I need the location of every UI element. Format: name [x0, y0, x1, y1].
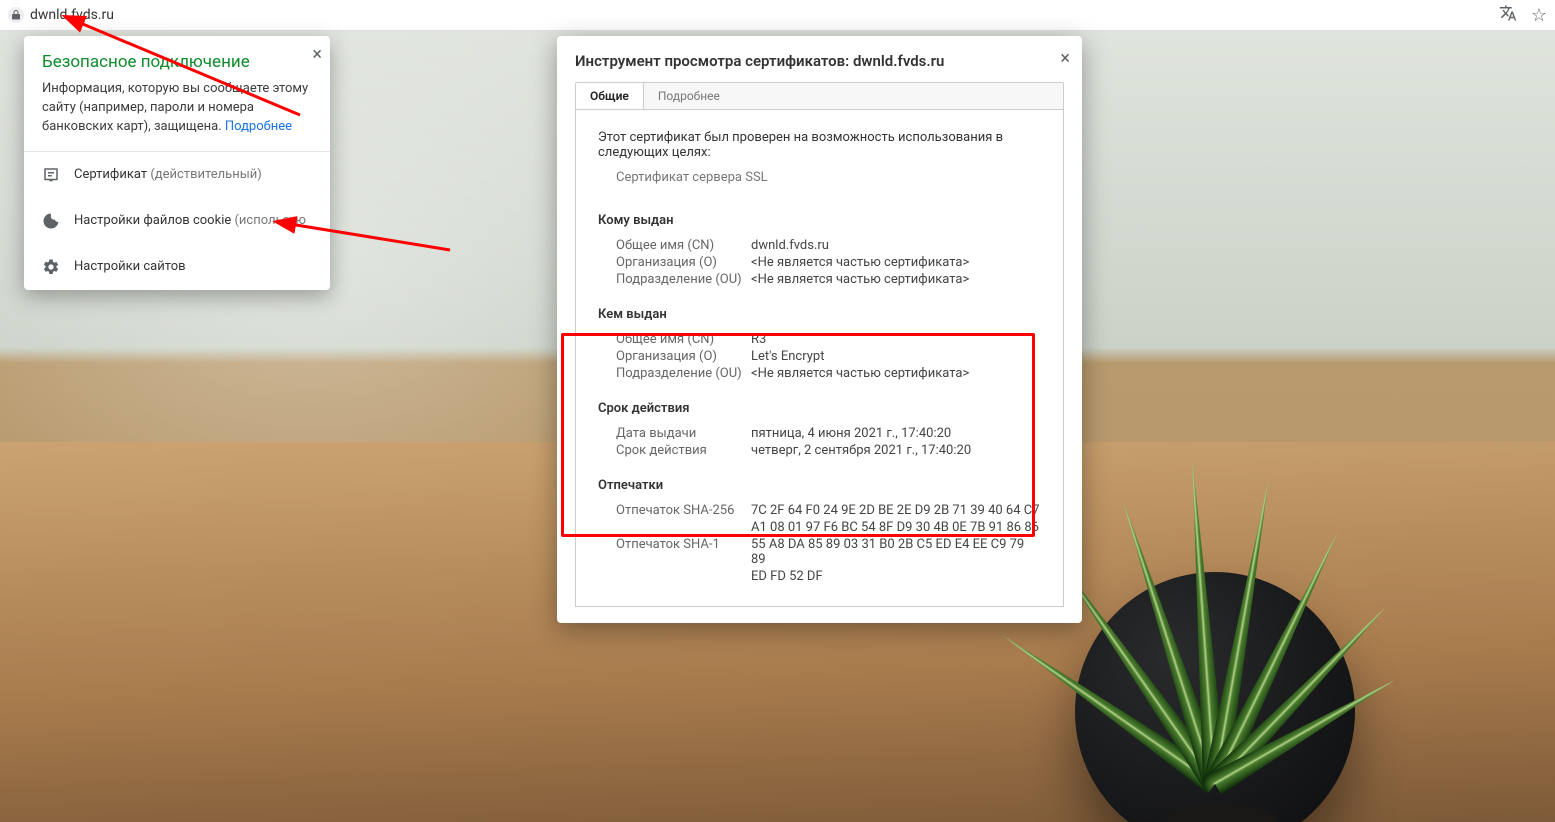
close-icon[interactable]: ×: [1060, 48, 1070, 69]
page-info-item-label: Настройки файлов cookie: [74, 213, 231, 228]
cookie-icon: [42, 212, 60, 230]
issued-to-title: Кому выдан: [598, 213, 1041, 228]
sha256-value-l1: 7C 2F 64 F0 24 9E 2D BE 2E D9 2B 71 39 4…: [751, 503, 1041, 518]
valid-from-label: Дата выдачи: [616, 426, 751, 441]
cn-value: dwnld.fvds.ru: [751, 238, 1041, 253]
close-icon[interactable]: ×: [312, 44, 322, 65]
cert-purpose: Сертификат сервера SSL: [616, 170, 1041, 185]
page-info-item-certificate[interactable]: Сертификат (действительный): [24, 152, 330, 198]
issued-by-title: Кем выдан: [598, 307, 1041, 322]
o-value: <Не является частью сертификата>: [751, 255, 1041, 270]
o-value: Let's Encrypt: [751, 349, 1041, 364]
tab-details[interactable]: Подробнее: [644, 83, 734, 109]
page-info-item-sub: (действительный): [147, 167, 262, 182]
page-info-title: Безопасное подключение: [42, 52, 312, 72]
ou-value: <Не является частью сертификата>: [751, 272, 1041, 287]
cert-title: Инструмент просмотра сертификатов: dwnld…: [575, 52, 1064, 70]
validity-title: Срок действия: [598, 401, 1041, 416]
translate-icon[interactable]: [1499, 4, 1517, 27]
ou-value: <Не является частью сертификата>: [751, 366, 1041, 381]
browser-address-bar[interactable]: dwnld.fvds.ru ☆: [0, 0, 1555, 30]
fingerprints-title: Отпечатки: [598, 478, 1041, 493]
valid-to-value: четверг, 2 сентября 2021 г., 17:40:20: [751, 443, 1041, 458]
o-label: Организация (O): [616, 349, 751, 364]
sha1-value-l2: ED FD 52 DF: [751, 569, 1041, 584]
page-info-item-cookies[interactable]: Настройки файлов cookie (использую: [24, 198, 330, 244]
cn-value: R3: [751, 332, 1041, 347]
page-info-item-label: Настройки сайтов: [74, 259, 186, 274]
ou-label: Подразделение (OU): [616, 366, 751, 381]
cert-body: Этот сертификат был проверен на возможно…: [575, 110, 1064, 607]
certificate-viewer: × Инструмент просмотра сертификатов: dwn…: [557, 36, 1082, 623]
bookmark-star-icon[interactable]: ☆: [1531, 5, 1547, 26]
page-info-more-link[interactable]: Подробнее: [225, 119, 292, 134]
ou-label: Подразделение (OU): [616, 272, 751, 287]
cn-label: Общее имя (CN): [616, 332, 751, 347]
lock-icon[interactable]: [8, 7, 24, 23]
tab-general[interactable]: Общие: [576, 83, 644, 109]
cert-tabs: Общие Подробнее: [575, 82, 1064, 110]
sha256-value-l2: A1 08 01 97 F6 BC 54 8F D9 30 4B 0E 7B 9…: [751, 520, 1041, 535]
page-info-item-label: Сертификат: [74, 167, 147, 182]
sha1-value-l1: 55 A8 DA 85 89 03 31 B0 2B C5 ED E4 EE C…: [751, 537, 1041, 567]
cert-verified-line: Этот сертификат был проверен на возможно…: [598, 130, 1041, 160]
page-info-popup: × Безопасное подключение Информация, кот…: [24, 36, 330, 290]
o-label: Организация (O): [616, 255, 751, 270]
valid-to-label: Срок действия: [616, 443, 751, 458]
page-info-item-site-settings[interactable]: Настройки сайтов: [24, 244, 330, 290]
page-info-item-sub: (использую: [231, 213, 306, 228]
url-text: dwnld.fvds.ru: [30, 7, 114, 23]
cn-label: Общее имя (CN): [616, 238, 751, 253]
certificate-icon: [42, 166, 60, 184]
sha1-label: Отпечаток SHA-1: [616, 537, 751, 567]
valid-from-value: пятница, 4 июня 2021 г., 17:40:20: [751, 426, 1041, 441]
sha256-label: Отпечаток SHA-256: [616, 503, 751, 518]
gear-icon: [42, 258, 60, 276]
